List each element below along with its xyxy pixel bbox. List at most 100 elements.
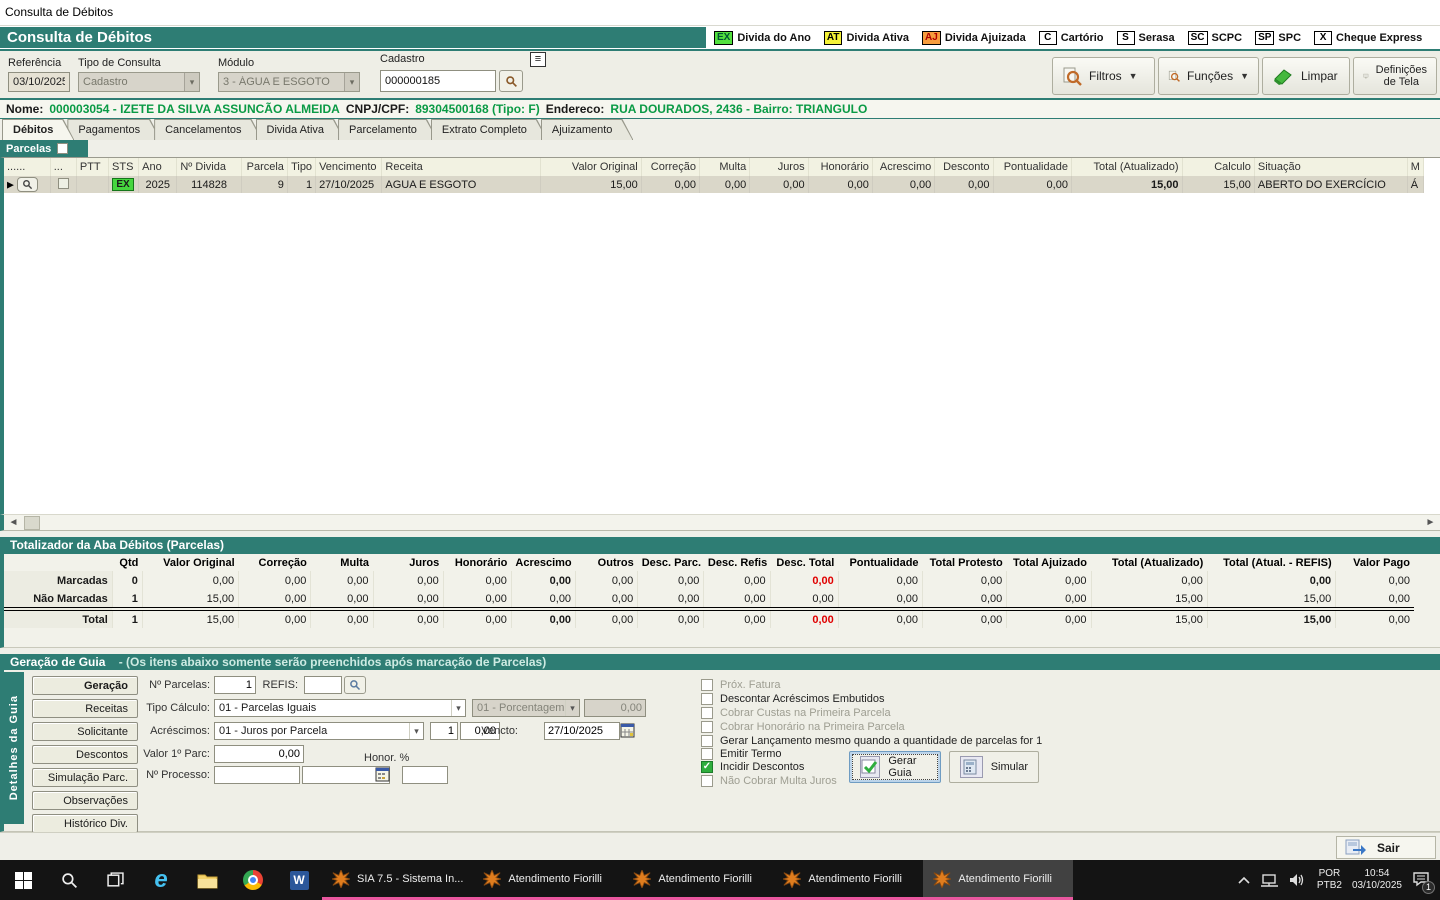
row-detail-button[interactable] xyxy=(17,177,38,192)
totalizador-row: Marcadas00,000,000,000,000,000,000,000,0… xyxy=(4,571,1414,590)
cell: AGUA E ESGOTO xyxy=(382,176,541,193)
refis-input[interactable] xyxy=(304,676,342,694)
internet-explorer-icon[interactable]: e xyxy=(138,860,184,900)
cell xyxy=(76,176,108,193)
side-button-descontos[interactable]: Descontos xyxy=(32,745,138,764)
tab-extrato-completo[interactable]: Extrato Completo xyxy=(431,119,548,140)
checkbox xyxy=(701,775,713,787)
processo-input[interactable] xyxy=(214,766,300,784)
definicoes-tela-button[interactable]: Definições de Tela xyxy=(1353,57,1437,95)
legend-item: SSerasa xyxy=(1117,31,1175,45)
acrescimos-select[interactable]: 01 - Juros por Parcela ▾ xyxy=(214,722,424,740)
taskbar-app[interactable]: Atendimento Fiorilli xyxy=(923,860,1073,900)
acrescimos-n-input[interactable] xyxy=(430,722,458,740)
side-button-receitas[interactable]: Receitas xyxy=(32,699,138,718)
vencto-calendar-button[interactable] xyxy=(620,723,635,741)
tot-cell: 0,00 xyxy=(311,609,373,628)
taskbar-search-button[interactable] xyxy=(46,860,92,900)
checkbox[interactable] xyxy=(701,748,713,760)
tot-cell: 0,00 xyxy=(576,571,638,590)
tab-parcelamento[interactable]: Parcelamento xyxy=(338,119,438,140)
refis-search-button[interactable] xyxy=(344,676,366,694)
col-header: Pontualidade xyxy=(993,158,1071,176)
table-row[interactable]: ▶ EX20251148289127/10/2025AGUA E ESGOTO1… xyxy=(4,176,1424,193)
valor1-input[interactable] xyxy=(214,745,304,763)
task-view-button[interactable] xyxy=(92,860,138,900)
side-button-observa-es[interactable]: Observações xyxy=(32,791,138,810)
option-row: Descontar Acréscimos Embutidos xyxy=(701,692,884,705)
funcoes-button[interactable]: Funções ▼ xyxy=(1158,57,1259,95)
tab-pagamentos[interactable]: Pagamentos xyxy=(67,119,161,140)
tipo-calculo-select[interactable]: 01 - Parcelas Iguais ▾ xyxy=(214,699,466,717)
side-button-simula-o-parc-[interactable]: Simulação Parc. xyxy=(32,768,138,787)
menu-icon[interactable]: ≡ xyxy=(530,52,546,67)
honor-input[interactable] xyxy=(402,766,448,784)
network-icon[interactable] xyxy=(1261,873,1279,887)
filtros-button[interactable]: Filtros ▼ xyxy=(1052,57,1155,95)
side-button-gera-o[interactable]: Geração xyxy=(32,676,138,695)
sair-button[interactable]: Sair xyxy=(1336,836,1436,859)
checkbox[interactable]: ✓ xyxy=(701,761,713,773)
tab-d-bitos[interactable]: Débitos xyxy=(2,119,74,140)
clock[interactable]: 10:54 03/10/2025 xyxy=(1352,868,1402,892)
taskbar-app[interactable]: Atendimento Fiorilli xyxy=(473,860,623,900)
totalizador-header: QtdValor OriginalCorreçãoMultaJurosHonor… xyxy=(4,554,1414,571)
row-label: Não Marcadas xyxy=(4,590,112,609)
tot-col-header: Total (Atual. - REFIS) xyxy=(1207,554,1335,571)
col-header: STS xyxy=(109,158,139,176)
cartorio-badge-icon: C xyxy=(1039,31,1057,45)
start-button[interactable] xyxy=(0,860,46,900)
scrollbar-thumb[interactable] xyxy=(24,516,40,530)
file-explorer-icon[interactable] xyxy=(184,860,230,900)
tot-cell: 0,00 xyxy=(638,609,704,628)
processo-calculator-button[interactable] xyxy=(375,767,390,785)
fiorilli-logo-icon xyxy=(783,870,801,888)
row-checkbox[interactable] xyxy=(58,178,69,189)
scroll-right-icon[interactable]: ► xyxy=(1423,516,1438,530)
referencia-label: Referência xyxy=(8,57,61,69)
side-button-hist-rico-div-[interactable]: Histórico Div. xyxy=(32,814,138,833)
tot-cell: 0,00 xyxy=(311,590,373,609)
taskbar-app[interactable]: SIA 7.5 - Sistema In... xyxy=(322,860,473,900)
calculator-icon xyxy=(375,767,390,782)
col-header: ...... xyxy=(4,158,50,176)
checkbox[interactable] xyxy=(701,735,713,747)
tab-cancelamentos[interactable]: Cancelamentos xyxy=(154,119,262,140)
horizontal-scrollbar[interactable]: ◄ ► xyxy=(0,514,1440,531)
cadastro-search-button[interactable] xyxy=(499,70,523,92)
tab-ajuizamento[interactable]: Ajuizamento xyxy=(541,119,634,140)
taskbar-app[interactable]: Atendimento Fiorilli xyxy=(623,860,773,900)
volume-icon[interactable] xyxy=(1289,873,1307,887)
tot-col-header: Valor Pago xyxy=(1336,554,1414,571)
cell: 114828 xyxy=(177,176,241,193)
taskbar-app[interactable]: Atendimento Fiorilli xyxy=(773,860,923,900)
referencia-input[interactable] xyxy=(8,72,70,92)
modulo-select[interactable]: 3 - ÁGUA E ESGOTO ▾ xyxy=(218,72,360,92)
filter-row: Referência Tipo de Consulta Cadastro ▾ M… xyxy=(0,49,1440,100)
word-icon[interactable]: W xyxy=(276,860,322,900)
vencto-input[interactable] xyxy=(544,722,620,740)
gerar-guia-button[interactable]: Gerar Guia xyxy=(849,751,941,783)
tipo-consulta-select[interactable]: Cadastro ▾ xyxy=(78,72,200,92)
cadastro-input[interactable] xyxy=(380,70,496,92)
tot-cell: 15,00 xyxy=(142,609,238,628)
tot-cell: 0,00 xyxy=(704,609,770,628)
calendar-icon xyxy=(620,723,635,738)
chrome-icon[interactable] xyxy=(230,860,276,900)
tot-cell: 0,00 xyxy=(923,571,1007,590)
parcelas-checkbox[interactable] xyxy=(57,143,68,154)
checkbox[interactable] xyxy=(701,693,713,705)
tray-chevron-up-icon[interactable] xyxy=(1237,876,1251,885)
notification-center-button[interactable]: 1 xyxy=(1412,871,1430,890)
tab-divida-ativa[interactable]: Divida Ativa xyxy=(256,119,345,140)
simular-button[interactable]: Simular xyxy=(949,751,1039,783)
side-button-solicitante[interactable]: Solicitante xyxy=(32,722,138,741)
scroll-left-icon[interactable]: ◄ xyxy=(6,516,21,530)
cadastro-label: Cadastro xyxy=(380,53,425,65)
status-legend: EXDivida do AnoATDivida AtivaAJDivida Aj… xyxy=(714,26,1422,49)
limpar-button[interactable]: Limpar xyxy=(1262,57,1350,95)
language-indicator[interactable]: POR PTB2 xyxy=(1317,868,1342,892)
at-badge-icon: AT xyxy=(824,31,843,45)
screen-settings-icon xyxy=(1363,67,1369,85)
cell xyxy=(50,176,76,193)
